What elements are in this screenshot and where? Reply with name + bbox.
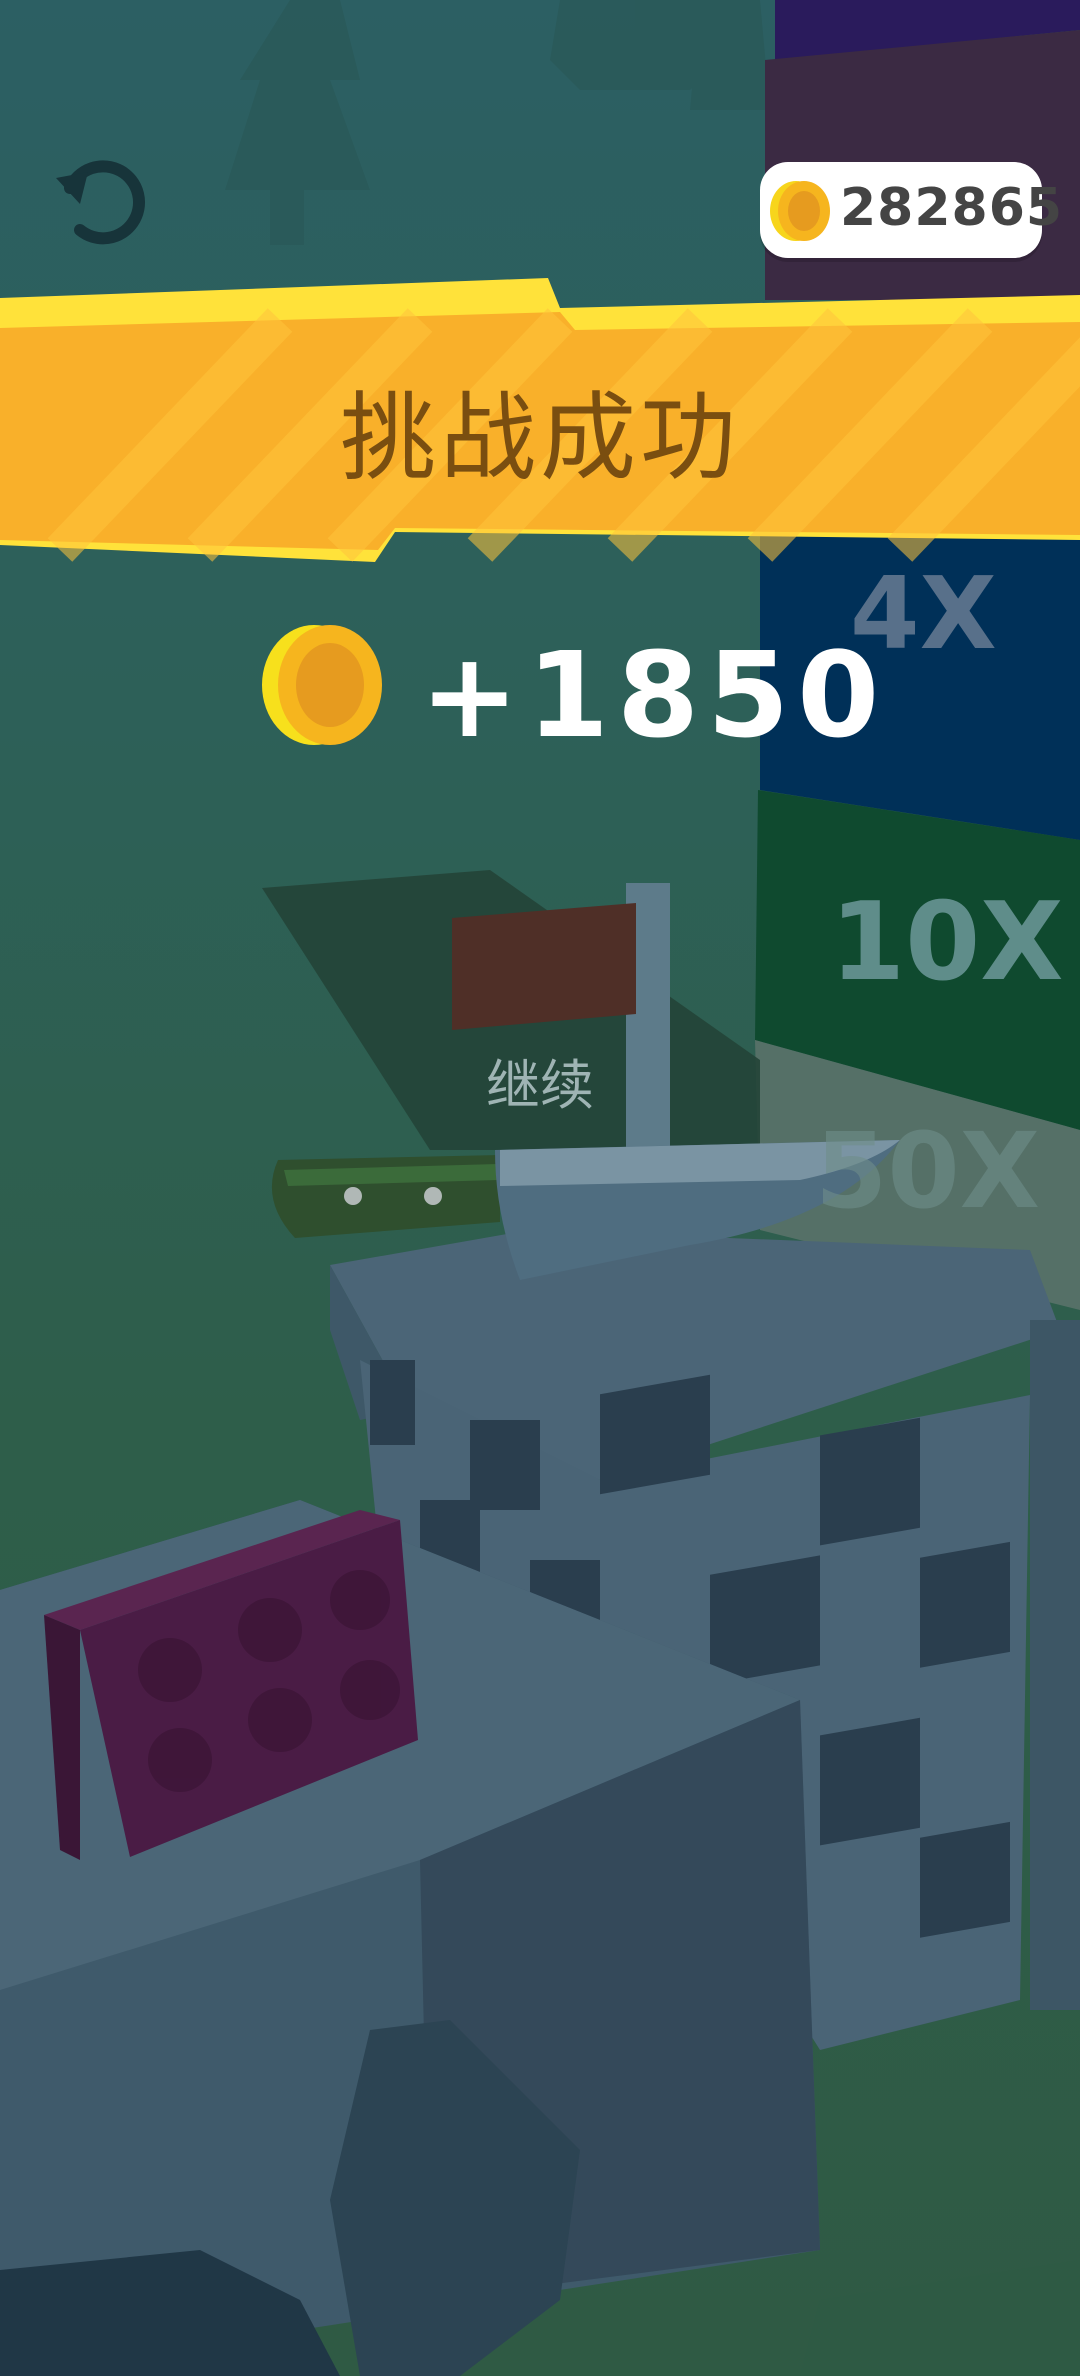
coin-total: 282865 xyxy=(840,178,1064,238)
background-trees xyxy=(225,0,770,245)
game-screen: 5X 4X 10X 50X 282865 挑战成功 +1850 继续 xyxy=(0,0,1080,2376)
restart-button[interactable] xyxy=(50,148,160,258)
result-title: 挑战成功 xyxy=(340,382,740,494)
flag-cloth xyxy=(452,903,636,1030)
continue-button[interactable]: 继续 xyxy=(440,1046,640,1126)
reward-amount: +1850 xyxy=(420,626,888,764)
gold-coin-icon xyxy=(770,181,830,241)
multiplier-50x-label: 50X xyxy=(815,1110,1040,1232)
multiplier-10x-label: 10X xyxy=(830,880,1064,1005)
coin-counter: 282865 xyxy=(760,162,1062,258)
restart-arrow-icon xyxy=(56,160,145,245)
reward-row: +1850 xyxy=(260,620,879,764)
gold-coin-icon xyxy=(262,625,382,745)
